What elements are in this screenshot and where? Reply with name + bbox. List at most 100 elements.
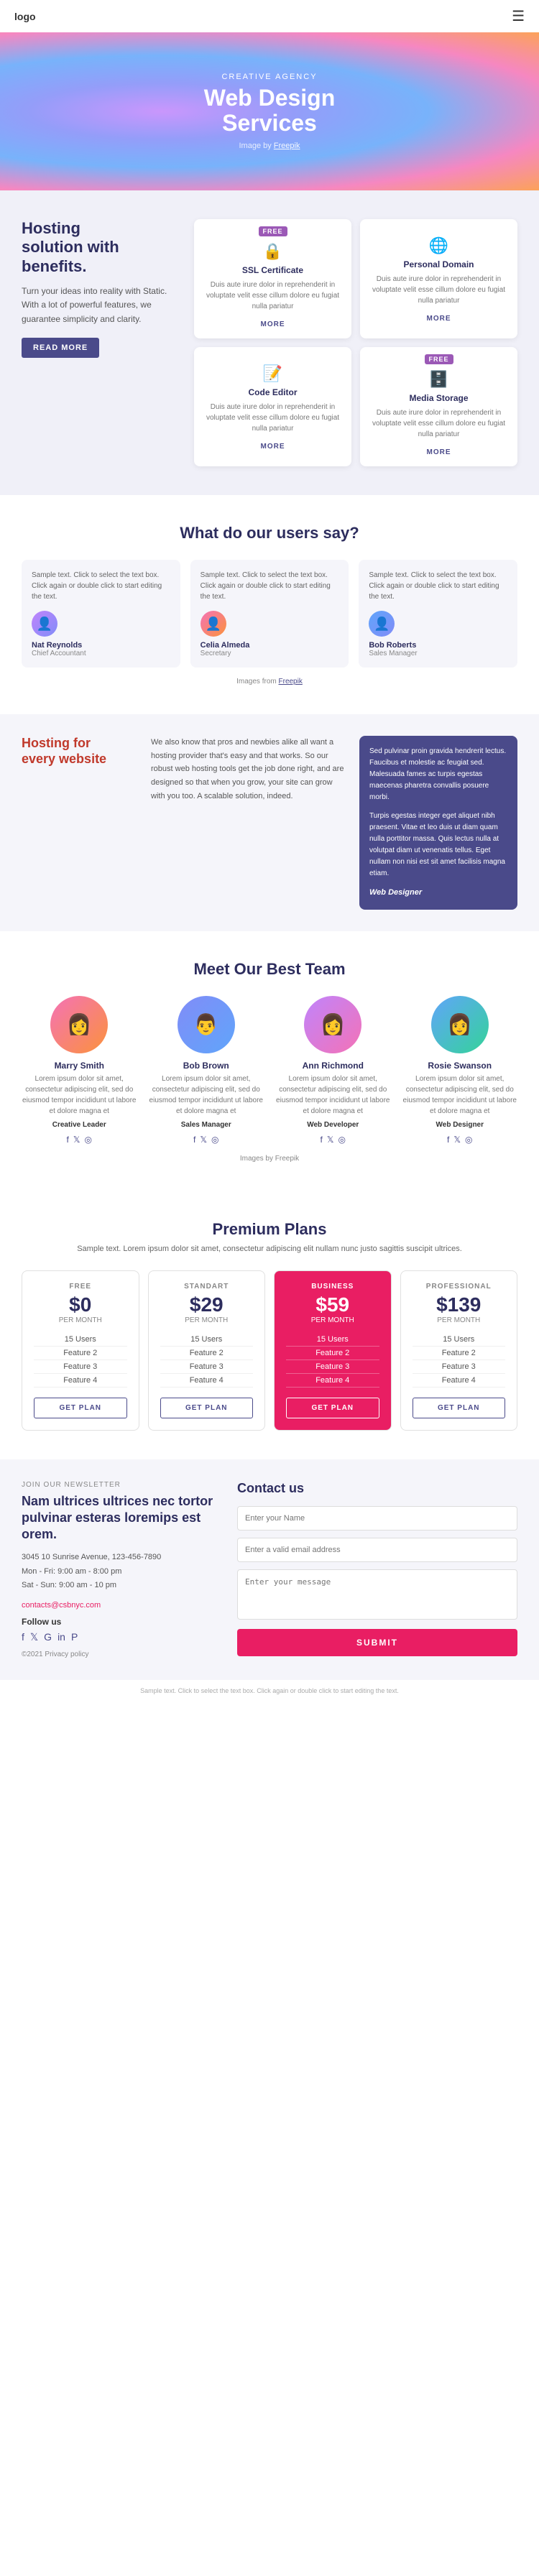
editor-more-button[interactable]: MORE <box>261 443 285 451</box>
twitter-icon-4[interactable]: 𝕏 <box>453 1135 461 1145</box>
hosting-heading: Hostingsolution withbenefits. <box>22 219 180 276</box>
footer-copyright: ©2021 Privacy policy <box>22 1651 223 1658</box>
hero-content: CREATIVE AGENCY Web DesignServices Image… <box>204 73 336 150</box>
team-member-1-social: f 𝕏 ◎ <box>22 1135 137 1145</box>
editor-icon: 📝 <box>204 364 341 383</box>
plan-professional-name: PROFESSIONAL <box>413 1283 506 1291</box>
footer-email[interactable]: contacts@csbnyc.com <box>22 1601 101 1610</box>
domain-description: Duis aute irure dolor in reprehenderit i… <box>370 274 507 306</box>
team-member-4-name: Rosie Swanson <box>402 1061 518 1071</box>
plan-free-price: $0 <box>34 1293 127 1316</box>
team-member-3-role: Web Developer <box>275 1121 391 1129</box>
facebook-icon[interactable]: f <box>67 1135 69 1145</box>
twitter-icon-2[interactable]: 𝕏 <box>200 1135 207 1145</box>
header: logo ☰ <box>0 0 539 32</box>
testimonials-credit-link[interactable]: Freepik <box>279 678 303 685</box>
testimonial-2-name: Celia Almeda <box>201 641 339 650</box>
team-member-1-name: Marry Smith <box>22 1061 137 1071</box>
team-member-4-desc: Lorem ipsum dolor sit amet, consectetur … <box>402 1074 518 1117</box>
plan-free-features: 15 Users Feature 2 Feature 3 Feature 4 <box>34 1333 127 1388</box>
hero-credit-link[interactable]: Freepik <box>274 142 300 150</box>
domain-more-button[interactable]: MORE <box>427 315 451 323</box>
twitter-icon[interactable]: 𝕏 <box>73 1135 80 1145</box>
ssl-title: SSL Certificate <box>204 265 341 275</box>
team-credit-link[interactable]: Freepik <box>275 1155 299 1163</box>
contact-message-input[interactable] <box>237 1569 517 1620</box>
team-heading: Meet Our Best Team <box>22 960 517 979</box>
hero-title: Web DesignServices <box>204 86 336 136</box>
instagram-icon-3[interactable]: ◎ <box>338 1135 346 1145</box>
plan-standard-button[interactable]: GET PLAN <box>160 1398 254 1418</box>
team-member-1-role: Creative Leader <box>22 1121 137 1129</box>
plan-standard-features: 15 Users Feature 2 Feature 3 Feature 4 <box>160 1333 254 1388</box>
plans-section: Premium Plans Sample text. Lorem ipsum d… <box>0 1191 539 1459</box>
menu-icon[interactable]: ☰ <box>512 7 525 25</box>
storage-badge: FREE <box>424 354 453 364</box>
footer-twitter-icon[interactable]: 𝕏 <box>30 1631 38 1643</box>
facebook-icon-4[interactable]: f <box>447 1135 449 1145</box>
footer-pinterest-icon[interactable]: P <box>71 1631 78 1643</box>
hero-section: CREATIVE AGENCY Web DesignServices Image… <box>0 32 539 190</box>
hosting-every-right-text: Sed pulvinar proin gravida hendrerit lec… <box>369 746 507 803</box>
team-member-1: 👩 Marry Smith Lorem ipsum dolor sit amet… <box>22 996 137 1145</box>
instagram-icon-4[interactable]: ◎ <box>465 1135 472 1145</box>
hosting-features: FREE 🔒 SSL Certificate Duis aute irure d… <box>194 219 517 466</box>
footer-right: Contact us SUBMIT <box>237 1481 517 1659</box>
team-member-2-desc: Lorem ipsum dolor sit amet, consectetur … <box>149 1074 264 1117</box>
footer-left: JOIN OUR NEWSLETTER Nam ultrices ultrice… <box>22 1481 223 1659</box>
plan-business-price: $59 <box>286 1293 379 1316</box>
contact-email-input[interactable] <box>237 1538 517 1562</box>
plan-standard-name: STANDART <box>160 1283 254 1291</box>
plan-professional-button[interactable]: GET PLAN <box>413 1398 506 1418</box>
editor-title: Code Editor <box>204 387 341 397</box>
testimonials-section: What do our users say? Sample text. Clic… <box>0 495 539 714</box>
bottom-note: Sample text. Click to select the text bo… <box>0 1680 539 1702</box>
plan-professional-period: PER MONTH <box>413 1316 506 1324</box>
hosting-every-role: Web Designer <box>369 887 507 900</box>
team-member-4-social: f 𝕏 ◎ <box>402 1135 518 1145</box>
plan-professional: PROFESSIONAL $139 PER MONTH 15 Users Fea… <box>400 1270 518 1431</box>
ssl-description: Duis aute irure dolor in reprehenderit i… <box>204 280 341 312</box>
plan-business-button[interactable]: GET PLAN <box>286 1398 379 1418</box>
ssl-more-button[interactable]: MORE <box>261 320 285 328</box>
feature-card-ssl: FREE 🔒 SSL Certificate Duis aute irure d… <box>194 219 351 338</box>
instagram-icon[interactable]: ◎ <box>85 1135 92 1145</box>
hosting-every-left: Hosting forevery website <box>22 736 137 767</box>
domain-title: Personal Domain <box>370 259 507 269</box>
facebook-icon-3[interactable]: f <box>321 1135 323 1145</box>
storage-more-button[interactable]: MORE <box>427 448 451 456</box>
testimonials-heading: What do our users say? <box>22 524 517 543</box>
team-member-1-desc: Lorem ipsum dolor sit amet, consectetur … <box>22 1074 137 1117</box>
footer-linkedin-icon[interactable]: in <box>57 1631 65 1643</box>
team-member-1-avatar: 👩 <box>50 996 108 1053</box>
hosting-every-heading: Hosting forevery website <box>22 736 137 767</box>
contact-form: SUBMIT <box>237 1506 517 1656</box>
plan-business-name: BUSINESS <box>286 1283 379 1291</box>
facebook-icon-2[interactable]: f <box>193 1135 195 1145</box>
plans-subtitle: Sample text. Lorem ipsum dolor sit amet,… <box>22 1245 517 1253</box>
testimonials-credit: Images from Freepik <box>22 678 517 685</box>
testimonial-1-avatar: 👤 <box>32 611 57 637</box>
testimonial-3-role: Sales Manager <box>369 650 507 657</box>
instagram-icon-2[interactable]: ◎ <box>211 1135 218 1145</box>
footer-google-icon[interactable]: G <box>44 1631 52 1643</box>
contact-name-input[interactable] <box>237 1506 517 1531</box>
twitter-icon-3[interactable]: 𝕏 <box>327 1135 334 1145</box>
storage-description: Duis aute irure dolor in reprehenderit i… <box>370 407 507 440</box>
plan-free-button[interactable]: GET PLAN <box>34 1398 127 1418</box>
team-member-3-social: f 𝕏 ◎ <box>275 1135 391 1145</box>
team-member-3: 👩 Ann Richmond Lorem ipsum dolor sit ame… <box>275 996 391 1145</box>
plan-free-name: FREE <box>34 1283 127 1291</box>
follow-label: Follow us <box>22 1617 223 1627</box>
read-more-button[interactable]: READ MORE <box>22 338 99 358</box>
editor-description: Duis aute irure dolor in reprehenderit i… <box>204 402 341 434</box>
team-member-2-social: f 𝕏 ◎ <box>149 1135 264 1145</box>
feature-card-storage: FREE 🗄️ Media Storage Duis aute irure do… <box>360 347 517 466</box>
submit-button[interactable]: SUBMIT <box>237 1629 517 1656</box>
footer-facebook-icon[interactable]: f <box>22 1631 24 1643</box>
testimonial-3-name: Bob Roberts <box>369 641 507 650</box>
testimonial-2-text: Sample text. Click to select the text bo… <box>201 570 339 602</box>
ssl-icon: 🔒 <box>204 242 341 261</box>
team-member-3-desc: Lorem ipsum dolor sit amet, consectetur … <box>275 1074 391 1117</box>
team-member-3-avatar: 👩 <box>304 996 361 1053</box>
